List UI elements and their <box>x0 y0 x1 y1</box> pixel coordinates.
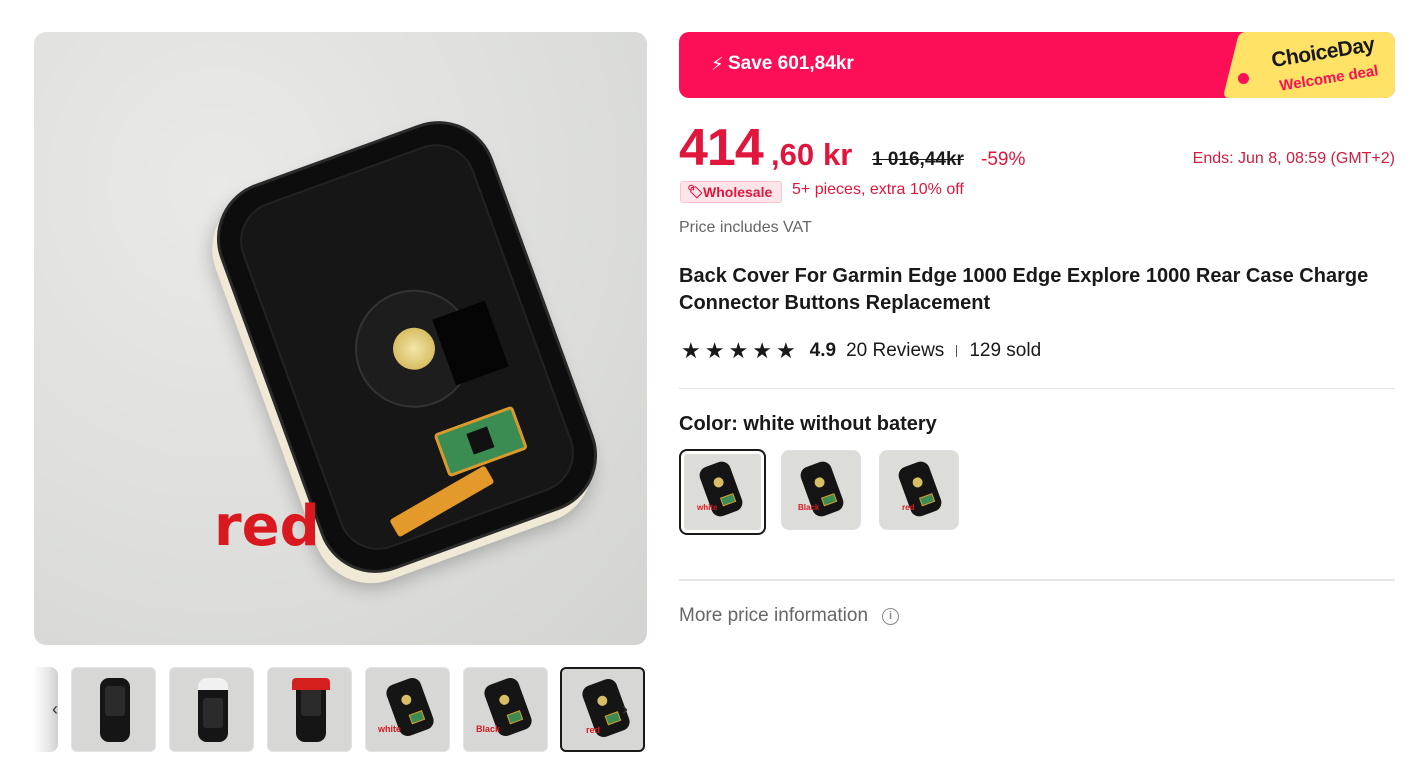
price-currency: kr <box>823 137 853 172</box>
wholesale-offer: 5+ pieces, extra 10% off <box>792 181 964 198</box>
chevron-left-icon[interactable]: ‹ <box>44 667 66 752</box>
star-icon: ★ <box>704 338 725 363</box>
color-option-white[interactable]: white <box>679 449 766 535</box>
discount-percent: -59% <box>981 149 1026 170</box>
color-label: Color: white without batery <box>679 413 937 435</box>
thumbnail-caption: red <box>586 725 601 735</box>
more-price-label: More price information <box>679 605 869 626</box>
more-price-information[interactable]: More price information i <box>679 605 900 627</box>
color-option-red[interactable]: red <box>879 450 959 530</box>
main-image-caption: red <box>214 494 320 559</box>
color-option-black[interactable]: Black <box>781 450 861 530</box>
thumbnail-4[interactable]: white <box>365 667 450 752</box>
tag-icon: 🏷 <box>687 184 704 199</box>
chevron-right-icon[interactable]: › <box>614 667 636 752</box>
star-icon: ★ <box>728 338 749 363</box>
thumbnail-3[interactable] <box>267 667 352 752</box>
original-price: 1 016,44kr <box>872 149 964 170</box>
deal-end-time: Ends: Jun 8, 08:59 (GMT+2) <box>1192 150 1395 167</box>
color-option-caption: white <box>697 503 718 512</box>
star-rating: ★ ★ ★ ★ ★ <box>681 340 796 362</box>
divider <box>679 579 1395 581</box>
choice-day-banner: ⚡ Save 601,84kr ChoiceDay Welcome deal <box>679 32 1395 98</box>
star-icon: ★ <box>775 338 796 363</box>
star-icon: ★ <box>681 338 701 363</box>
price-decimal: ,60 <box>771 137 815 172</box>
rating-value: 4.9 <box>809 340 837 361</box>
tag-hole-icon <box>1238 73 1249 84</box>
info-icon[interactable]: i <box>882 607 900 625</box>
save-amount: Save 601,84kr <box>728 53 854 74</box>
main-product-image[interactable]: red <box>34 32 647 645</box>
wholesale-badge: 🏷 Wholesale <box>680 181 782 203</box>
separator <box>956 345 958 357</box>
lightning-icon: ⚡ <box>711 54 724 74</box>
rating-row: ★ ★ ★ ★ ★ 4.9 20 Reviews 129 sold <box>681 338 1041 364</box>
thumbnail-2[interactable] <box>169 667 254 752</box>
product-title: Back Cover For Garmin Edge 1000 Edge Exp… <box>679 265 1369 314</box>
thumbnail-5[interactable]: Black <box>463 667 548 752</box>
vat-note: Price includes VAT <box>679 219 812 236</box>
wholesale-badge-label: Wholesale <box>703 184 773 200</box>
reviews-link[interactable]: 20 Reviews <box>846 340 944 362</box>
color-option-caption: Black <box>798 503 820 512</box>
thumbnail-strip: ‹ white Black red › <box>34 667 647 752</box>
price-integer: 414 <box>679 119 764 177</box>
divider <box>679 388 1395 389</box>
thumbnail-caption: white <box>378 724 402 734</box>
sold-count: 129 sold <box>969 340 1042 361</box>
thumbnail-caption: Black <box>476 724 501 734</box>
color-option-caption: red <box>902 503 915 512</box>
thumbnail-1[interactable] <box>71 667 156 752</box>
star-icon: ★ <box>752 338 772 363</box>
